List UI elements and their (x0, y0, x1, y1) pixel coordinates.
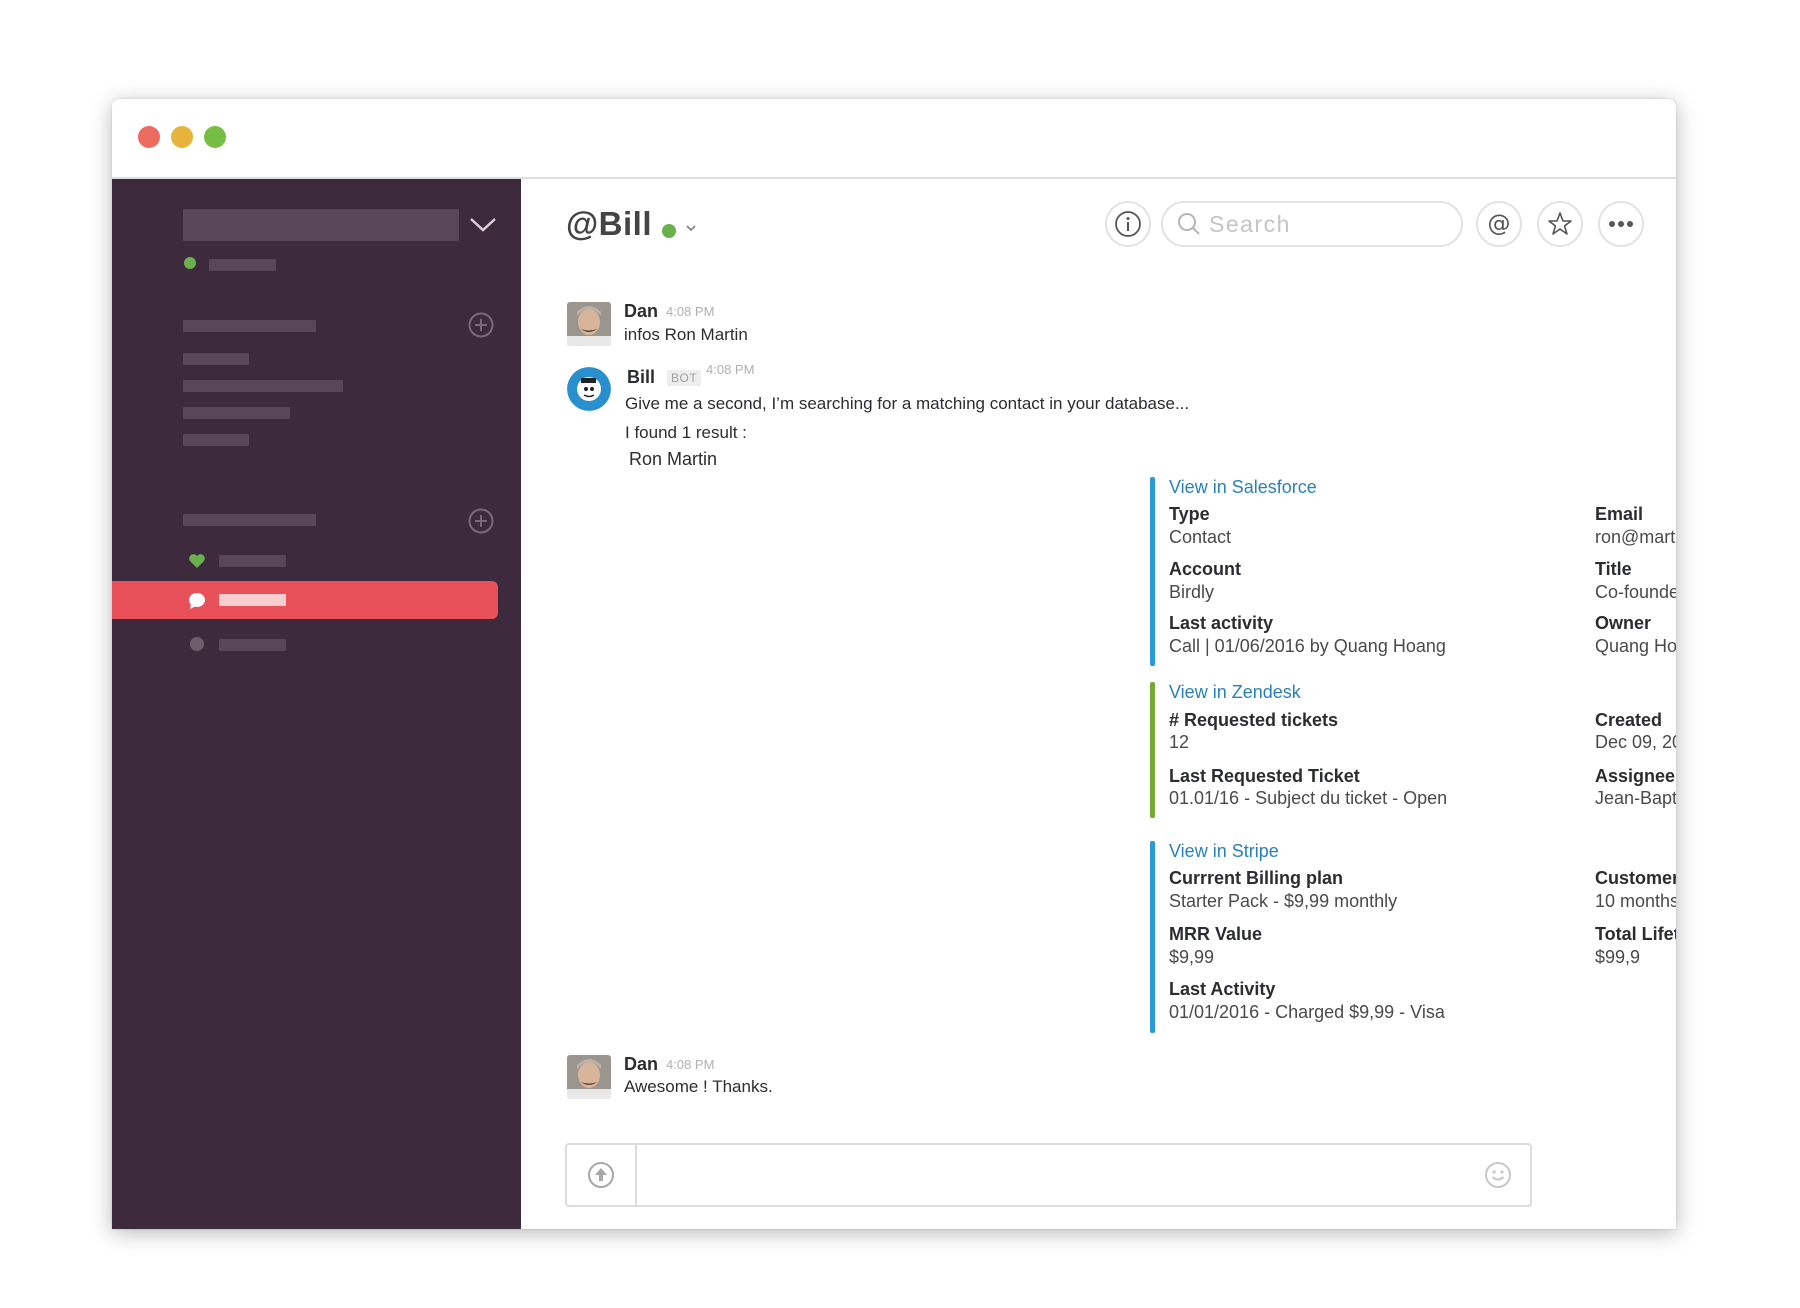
maximize-window-button[interactable] (204, 126, 226, 148)
field-label: Email (1595, 504, 1644, 524)
username-placeholder (209, 259, 276, 271)
online-status-dot (662, 224, 676, 238)
field-value: 01.01/16 - Subject du ticket - Open (1169, 788, 1448, 808)
channel-item-placeholder[interactable] (183, 353, 249, 365)
zendesk-attachment-bar (1150, 682, 1155, 818)
channel-title[interactable]: @Bill (566, 205, 652, 243)
view-in-zendesk-link[interactable]: View in Zendesk (1169, 682, 1301, 703)
presence-dot (184, 257, 196, 269)
workspace-name-placeholder[interactable] (183, 209, 459, 241)
section-header-placeholder[interactable] (183, 514, 316, 526)
field-value: 10 months (1595, 891, 1676, 911)
user-avatar-icon (567, 1055, 611, 1099)
star-icon (1548, 212, 1572, 235)
starred-button[interactable] (1537, 201, 1583, 247)
field-label: Last Requested Ticket (1169, 766, 1360, 786)
message-text: Awesome ! Thanks. (624, 1077, 773, 1096)
svg-text:@: @ (1488, 211, 1511, 237)
close-window-button[interactable] (138, 126, 160, 148)
message-text: I found 1 result : (625, 423, 747, 442)
field-value: ron@martin.com (1595, 527, 1676, 547)
add-direct-message-icon[interactable] (468, 508, 494, 534)
message-author[interactable]: Bill (627, 367, 655, 388)
field-label: Customer Lifespan (1595, 868, 1676, 888)
message-timestamp[interactable]: 4:08 PM (666, 1057, 714, 1072)
search-box[interactable]: Search (1161, 201, 1463, 247)
upload-icon (588, 1162, 614, 1188)
bot-avatar-icon (567, 367, 611, 411)
minimize-window-button[interactable] (171, 126, 193, 148)
field-value: 12 (1169, 732, 1190, 752)
field-value: Quang Hoang (1595, 636, 1676, 656)
message-author[interactable]: Dan (624, 1054, 658, 1075)
more-icon (1609, 221, 1633, 227)
field-label: # Requested tickets (1169, 710, 1339, 730)
field-label: Created (1595, 710, 1663, 730)
dm-item-placeholder[interactable] (219, 555, 286, 567)
field-label: Assignee (1595, 766, 1676, 786)
field-value: Birdly (1169, 582, 1215, 602)
message-text: Give me a second, I’m searching for a ma… (625, 394, 1190, 413)
add-channel-icon[interactable] (468, 312, 494, 338)
field-value: Contact (1169, 527, 1232, 547)
more-button[interactable] (1598, 201, 1644, 247)
contact-name: Ron Martin (629, 449, 718, 469)
heart-icon (189, 554, 205, 568)
field-value: 01/01/2016 - Charged $9,99 - Visa (1169, 1002, 1445, 1022)
message-composer[interactable] (565, 1143, 1532, 1207)
field-label: MRR Value (1169, 924, 1263, 944)
message-timestamp[interactable]: 4:08 PM (706, 362, 754, 377)
bot-avatar[interactable] (567, 367, 611, 411)
user-avatar-icon (567, 302, 611, 346)
mentions-icon: @ (1488, 211, 1511, 237)
view-in-stripe-link[interactable]: View in Stripe (1169, 841, 1279, 862)
upload-button[interactable] (567, 1145, 637, 1205)
field-value: Jean-Baptiste Coger (1595, 788, 1676, 808)
emoji-icon[interactable] (1484, 1161, 1512, 1189)
app-window: @Bill Search @ Dan 4:08 PM infos Ron Mar… (112, 99, 1676, 1229)
field-value: $9,99 (1169, 947, 1215, 967)
mentions-button[interactable]: @ (1476, 201, 1522, 247)
avatar[interactable] (567, 1055, 611, 1099)
field-label: Last Activity (1169, 979, 1276, 999)
chevron-down-icon[interactable] (684, 221, 698, 235)
field-label: Total Lifetime Value (1595, 924, 1676, 944)
view-in-salesforce-link[interactable]: View in Salesforce (1169, 477, 1317, 498)
channel-item-placeholder[interactable] (183, 380, 343, 392)
info-icon (1115, 211, 1141, 237)
offline-dot (190, 637, 204, 651)
dm-item-active[interactable] (112, 581, 498, 619)
chevron-down-icon[interactable] (468, 215, 498, 235)
channel-item-placeholder[interactable] (183, 407, 290, 419)
field-value: Starter Pack - $9,99 monthly (1169, 891, 1398, 911)
channel-item-placeholder[interactable] (183, 434, 249, 446)
field-value: Co-founder & CEO (1595, 582, 1676, 602)
field-label: Title (1595, 559, 1632, 579)
field-label: Currrent Billing plan (1169, 868, 1344, 888)
main-panel: @Bill Search @ Dan 4:08 PM infos Ron Mar… (521, 179, 1676, 1229)
field-value: $99,9 (1595, 947, 1641, 967)
field-label: Owner (1595, 613, 1652, 633)
message-timestamp[interactable]: 4:08 PM (666, 304, 714, 319)
section-header-placeholder[interactable] (183, 320, 316, 332)
message-text: infos Ron Martin (624, 325, 748, 344)
field-value: Dec 09, 2015 (1595, 732, 1676, 752)
title-bar (112, 99, 1676, 179)
sidebar (112, 179, 521, 1229)
bot-badge: BOT (667, 370, 702, 386)
stripe-attachment-bar (1150, 841, 1155, 1033)
field-label: Account (1169, 559, 1241, 579)
field-value: Call | 01/06/2016 by Quang Hoang (1169, 636, 1446, 656)
info-button[interactable] (1105, 201, 1151, 247)
salesforce-attachment-bar (1150, 477, 1155, 666)
chat-bubble-icon (189, 593, 205, 609)
avatar[interactable] (567, 302, 611, 346)
field-label: Type (1169, 504, 1210, 524)
message-author[interactable]: Dan (624, 301, 658, 322)
dm-item-placeholder[interactable] (219, 639, 286, 651)
dm-item-active-label (219, 594, 286, 606)
search-icon (1178, 213, 1200, 235)
search-placeholder: Search (1209, 210, 1291, 237)
field-label: Last activity (1169, 613, 1274, 633)
